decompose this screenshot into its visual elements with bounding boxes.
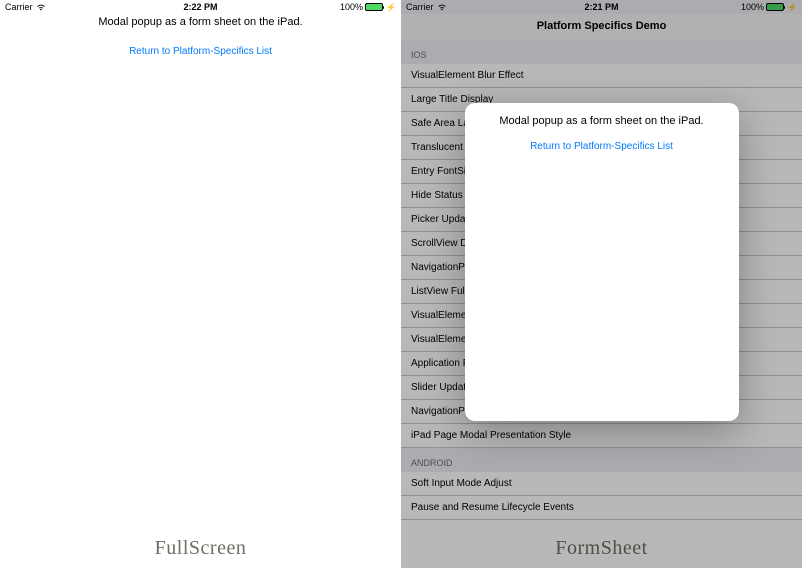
status-time: 2:22 PM xyxy=(183,2,217,12)
modal-title: Modal popup as a form sheet on the iPad. xyxy=(0,14,401,28)
formsheet-panel: Carrier 2:21 PM 100% ⚡ Platform Specific… xyxy=(401,0,802,568)
form-sheet-modal: Modal popup as a form sheet on the iPad.… xyxy=(465,103,739,421)
battery-icon xyxy=(365,3,383,11)
caption-fullscreen: FullScreen xyxy=(155,537,247,560)
carrier-label: Carrier xyxy=(5,2,33,12)
charging-icon: ⚡ xyxy=(386,3,396,12)
status-bar-left: Carrier 2:22 PM 100% ⚡ xyxy=(0,0,401,14)
modal-title: Modal popup as a form sheet on the iPad. xyxy=(465,103,739,127)
fullscreen-panel: Carrier 2:22 PM 100% ⚡ Modal popup as a … xyxy=(0,0,401,568)
battery-percent: 100% xyxy=(340,2,363,12)
wifi-icon xyxy=(36,3,46,11)
return-link[interactable]: Return to Platform-Specifics List xyxy=(0,28,401,57)
return-link[interactable]: Return to Platform-Specifics List xyxy=(465,127,739,152)
